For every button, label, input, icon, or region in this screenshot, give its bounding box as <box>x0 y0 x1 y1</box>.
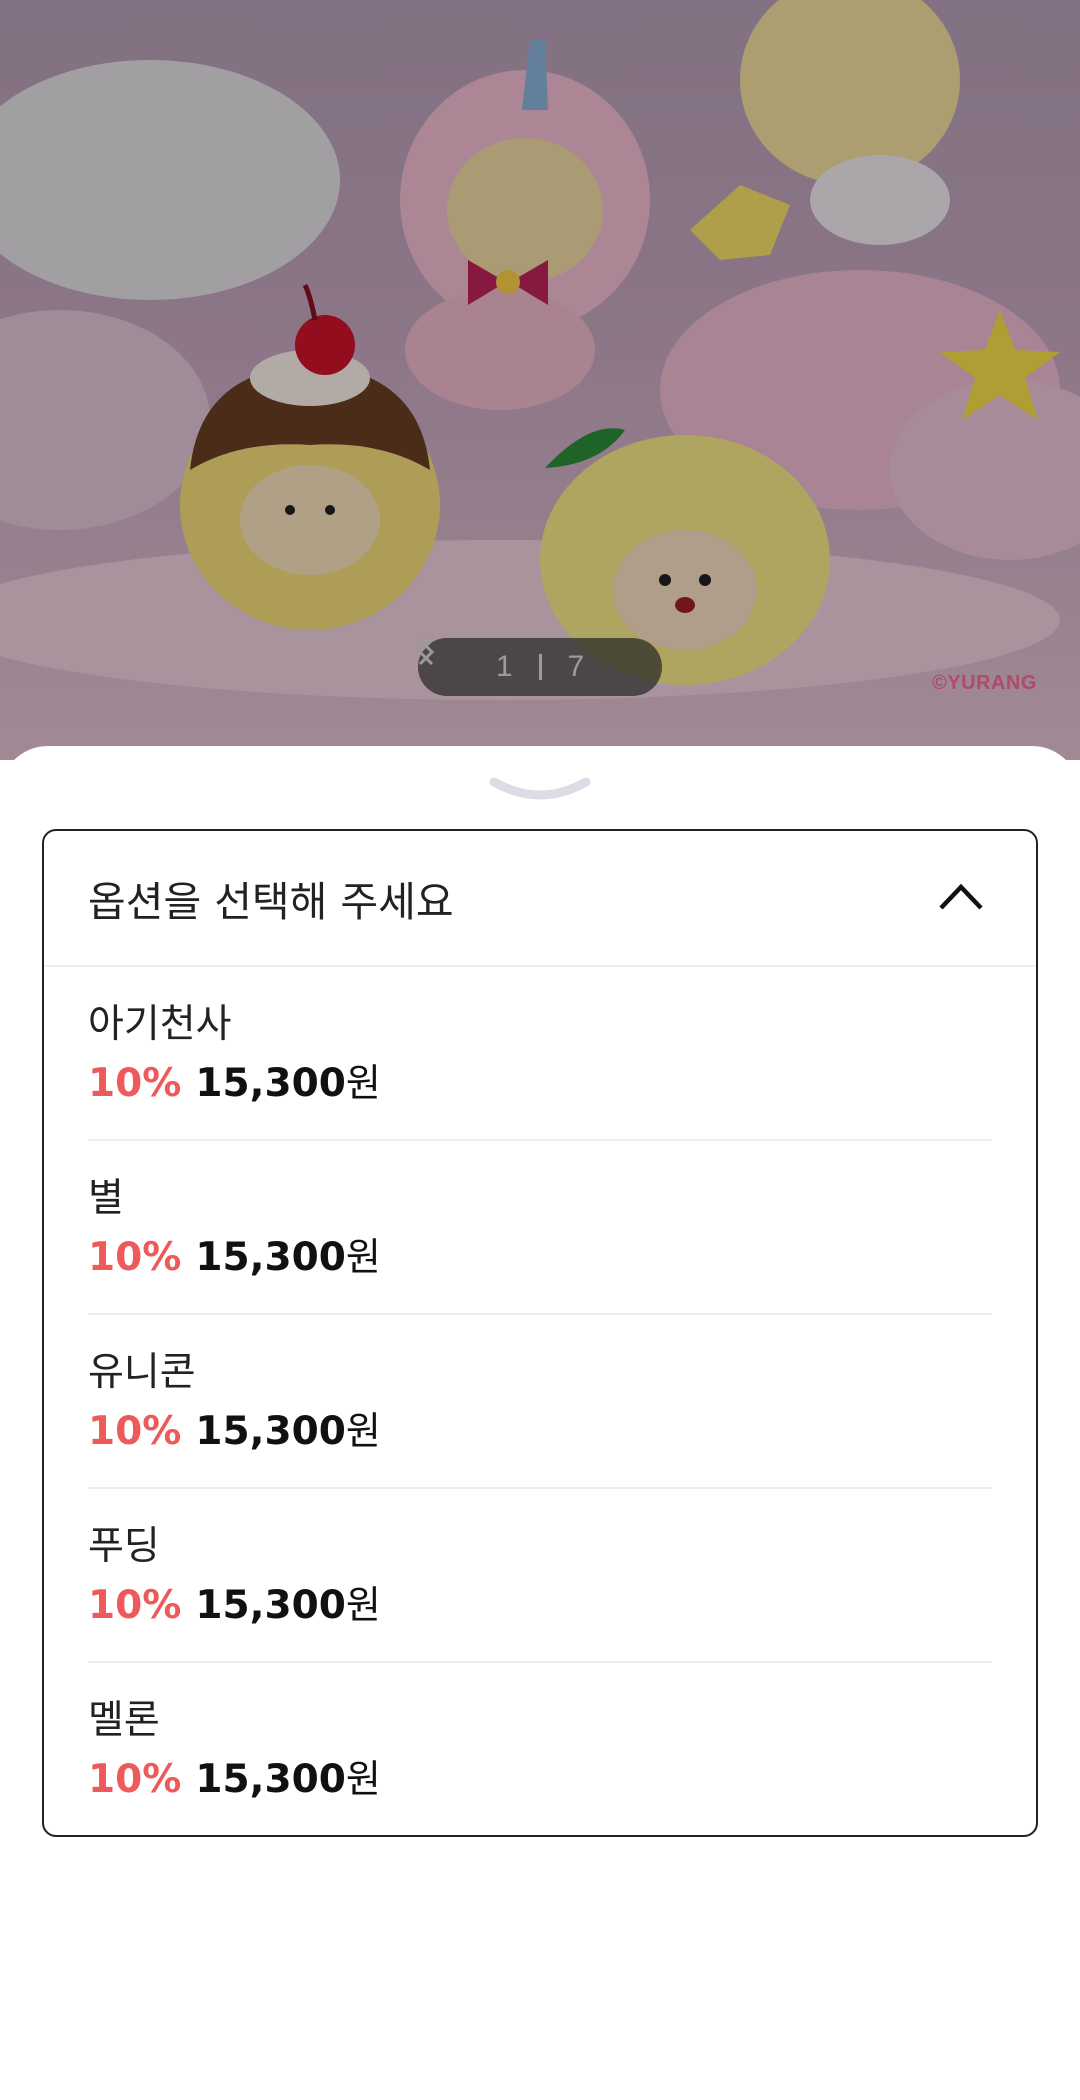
option-item-melon[interactable]: 멜론 10% 15,300원 <box>88 1663 992 1835</box>
option-dropdown-header[interactable]: 옵션을 선택해 주세요 <box>44 831 1036 967</box>
option-price: 10% 15,300원 <box>88 1231 992 1291</box>
price-unit: 원 <box>345 1235 381 1279</box>
discount-rate: 10% <box>88 1757 182 1802</box>
option-name: 유니콘 <box>88 1350 196 1395</box>
image-pager: 1 7 <box>418 638 662 696</box>
image-credit: ©YURANG <box>932 672 1037 694</box>
option-price: 10% 15,300원 <box>88 1057 992 1117</box>
price-unit: 원 <box>345 1061 381 1105</box>
discount-rate: 10% <box>88 1409 182 1454</box>
option-name: 아기천사 <box>88 1002 232 1047</box>
price-unit: 원 <box>345 1409 381 1453</box>
pager-total: 7 <box>567 650 585 683</box>
option-price: 10% 15,300원 <box>88 1753 992 1813</box>
price-amount: 15,300 <box>195 1061 346 1106</box>
option-name: 멜론 <box>88 1698 160 1743</box>
price-amount: 15,300 <box>195 1235 346 1280</box>
discount-rate: 10% <box>88 1235 182 1280</box>
pager-current: 1 <box>495 650 513 683</box>
option-placeholder: 옵션을 선택해 주세요 <box>88 878 454 926</box>
option-bottom-sheet: 옵션을 선택해 주세요 아기천사 10% 15,300원 별 10% 15,300원… <box>0 746 1080 2100</box>
chevron-down-icon <box>489 777 591 800</box>
option-dropdown: 옵션을 선택해 주세요 아기천사 10% 15,300원 별 10% 15,300원… <box>42 829 1038 1837</box>
chevron-up-icon <box>938 881 984 915</box>
pager-divider <box>538 654 542 680</box>
option-item-unicorn[interactable]: 유니콘 10% 15,300원 <box>88 1315 992 1489</box>
option-item-pudding[interactable]: 푸딩 10% 15,300원 <box>88 1489 992 1663</box>
option-name: 푸딩 <box>88 1524 160 1569</box>
price-unit: 원 <box>345 1583 381 1627</box>
option-item-angel[interactable]: 아기천사 10% 15,300원 <box>88 967 992 1141</box>
price-amount: 15,300 <box>195 1757 346 1802</box>
pager-counter: 1 7 <box>496 650 584 684</box>
price-unit: 원 <box>345 1757 381 1801</box>
option-price: 10% 15,300원 <box>88 1579 992 1639</box>
discount-rate: 10% <box>88 1061 182 1106</box>
option-name: 별 <box>88 1176 124 1221</box>
price-amount: 15,300 <box>195 1409 346 1454</box>
discount-rate: 10% <box>88 1583 182 1628</box>
product-image[interactable]: 1 7 ©YURANG <box>0 0 1080 760</box>
sheet-collapse-handle[interactable] <box>488 774 592 804</box>
option-price: 10% 15,300원 <box>88 1405 992 1465</box>
price-amount: 15,300 <box>195 1583 346 1628</box>
option-item-star[interactable]: 별 10% 15,300원 <box>88 1141 992 1315</box>
